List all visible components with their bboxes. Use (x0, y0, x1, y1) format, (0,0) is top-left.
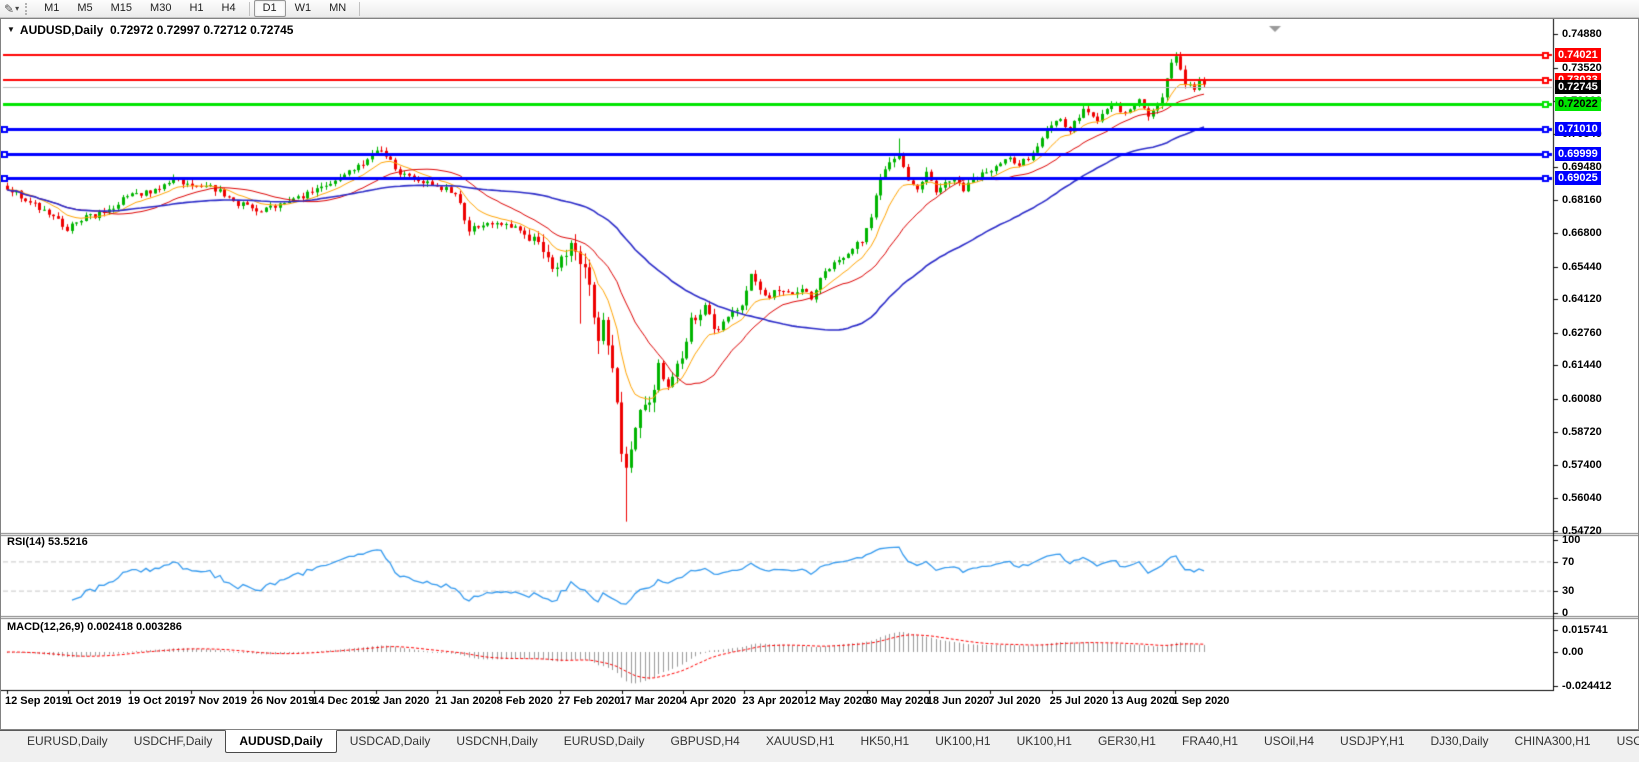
chart-ohlc-values: 0.72972 0.72997 0.72712 0.72745 (109, 23, 294, 37)
window-menu-icon[interactable]: ▼ (7, 25, 15, 34)
chart-tab-usoil-h1[interactable]: USOil,H1 (1604, 731, 1639, 752)
price-axis-tick: 0.62760 (1562, 327, 1602, 339)
chart-tab-uk100-h1[interactable]: UK100,H1 (1004, 731, 1085, 752)
price-axis-tick: 0.56040 (1562, 492, 1602, 504)
price-axis-tick: 0.61440 (1562, 359, 1602, 371)
price-axis-tick: 0.74880 (1562, 28, 1602, 40)
toolbar-separator (248, 1, 250, 16)
price-axis-tick: 0.58720 (1562, 426, 1602, 438)
timeframe-buttons: M1 M5 M15 M30 H1 H4 D1 W1 MN (35, 0, 364, 17)
chart-tab-uk100-h1[interactable]: UK100,H1 (922, 731, 1003, 752)
time-axis-label: 25 Jul 2020 (1049, 695, 1109, 707)
rsi-indicator-label: RSI(14) 53.5216 (7, 536, 88, 548)
time-axis-label: 23 Apr 2020 (742, 695, 804, 707)
timeframe-button-w1[interactable]: W1 (286, 0, 321, 17)
price-chart-canvas[interactable] (1, 19, 1638, 729)
chart-tab-gbpusd-h4[interactable]: GBPUSD,H4 (657, 731, 752, 752)
timeframe-button-m5[interactable]: M5 (68, 0, 101, 17)
chart-tab-eurusd-daily[interactable]: EURUSD,Daily (551, 731, 658, 752)
rsi-axis-tick: 100 (1562, 534, 1581, 546)
timeframe-button-m15[interactable]: M15 (102, 0, 141, 17)
time-axis-label: 21 Jan 2020 (435, 695, 497, 707)
timeframe-button-m30[interactable]: M30 (141, 0, 180, 17)
time-axis-label: 7 Nov 2019 (189, 695, 247, 707)
chart-tab-usdcnh-daily[interactable]: USDCNH,Daily (443, 731, 550, 752)
time-axis-label: 2 Jan 2020 (373, 695, 430, 707)
time-axis-label: 13 Aug 2020 (1111, 695, 1175, 707)
price-level-label[interactable]: 0.69025 (1555, 171, 1601, 185)
price-level-label[interactable]: 0.74021 (1555, 48, 1601, 62)
chart-title: ▼ AUDUSD,Daily 0.72972 0.72997 0.72712 0.… (7, 23, 293, 37)
timeframe-button-h4[interactable]: H4 (213, 0, 245, 17)
time-axis-label: 7 Jul 2020 (988, 695, 1041, 707)
price-axis-tick: 0.68160 (1562, 194, 1602, 206)
chart-tab-usoil-h4[interactable]: USOil,H4 (1251, 731, 1327, 752)
time-axis-label: 8 Feb 2020 (496, 695, 553, 707)
price-level-label[interactable]: 0.72022 (1555, 97, 1601, 111)
macd-axis-tick: -0.024412 (1562, 680, 1612, 692)
time-axis-label: 1 Oct 2019 (66, 695, 122, 707)
chart-tab-usdcad-daily[interactable]: USDCAD,Daily (337, 731, 444, 752)
chevron-down-icon[interactable]: ▾ (15, 4, 22, 13)
draw-tool-icon[interactable]: ✎ (3, 1, 15, 17)
timeframe-button-h1[interactable]: H1 (180, 0, 212, 17)
chart-tab-eurusd-daily[interactable]: EURUSD,Daily (14, 731, 121, 752)
chart-tab-usdjpy-h1[interactable]: USDJPY,H1 (1327, 731, 1417, 752)
time-axis-label: 27 Feb 2020 (558, 695, 621, 707)
time-axis-label: 4 Apr 2020 (680, 695, 737, 707)
time-axis-label: 1 Sep 2020 (1172, 695, 1230, 707)
macd-indicator-label: MACD(12,26,9) 0.002418 0.003286 (7, 621, 182, 633)
chart-tab-audusd-daily[interactable]: AUDUSD,Daily (225, 730, 337, 753)
time-axis-label: 14 Dec 2019 (312, 695, 376, 707)
chart-tab-hk50-h1[interactable]: HK50,H1 (848, 731, 923, 752)
toolbar-separator (359, 1, 361, 16)
price-axis-tick: 0.64120 (1562, 293, 1602, 305)
price-axis-tick: 0.66800 (1562, 227, 1602, 239)
timeframe-button-m1[interactable]: M1 (35, 0, 68, 17)
chart-symbol: AUDUSD,Daily (19, 23, 104, 37)
timeframe-button-mn[interactable]: MN (320, 0, 355, 17)
top-toolbar: ✎ ▾ M1 M5 M15 M30 H1 H4 D1 W1 MN (0, 0, 1639, 18)
macd-axis-tick: 0.00 (1562, 646, 1584, 658)
toolbar-grip[interactable] (25, 2, 29, 15)
time-axis-label: 30 May 2020 (865, 695, 930, 707)
rsi-axis-tick: 0 (1562, 607, 1569, 619)
rsi-axis-tick: 30 (1562, 585, 1575, 597)
chart-window: ▼ AUDUSD,Daily 0.72972 0.72997 0.72712 0.… (0, 18, 1639, 730)
current-price-label[interactable]: 0.72745 (1555, 80, 1601, 94)
chart-tab-fra40-h1[interactable]: FRA40,H1 (1169, 731, 1251, 752)
chart-tab-china300-h1[interactable]: CHINA300,H1 (1502, 731, 1604, 752)
time-axis-label: 18 Jun 2020 (926, 695, 990, 707)
price-axis-tick: 0.60080 (1562, 393, 1602, 405)
timeframe-button-d1[interactable]: D1 (253, 0, 286, 17)
time-axis-label: 12 May 2020 (803, 695, 869, 707)
chart-tab-xauusd-h1[interactable]: XAUUSD,H1 (753, 731, 848, 752)
chart-tab-bar: EURUSD,Daily USDCHF,Daily AUDUSD,Daily USDC… (0, 730, 1639, 762)
chart-tab-ger30-h1[interactable]: GER30,H1 (1085, 731, 1169, 752)
chart-tab-usdchf-daily[interactable]: USDCHF,Daily (121, 731, 226, 752)
price-axis-tick: 0.65440 (1562, 261, 1602, 273)
price-level-label[interactable]: 0.69999 (1555, 147, 1601, 161)
price-level-label[interactable]: 0.71010 (1555, 122, 1601, 136)
time-axis-label: 19 Oct 2019 (127, 695, 190, 707)
time-axis-label: 17 Mar 2020 (619, 695, 682, 707)
price-axis-tick: 0.57400 (1562, 459, 1602, 471)
macd-axis-tick: 0.015741 (1562, 624, 1608, 636)
time-axis-label: 26 Nov 2019 (250, 695, 315, 707)
time-axis-label: 12 Sep 2019 (5, 695, 68, 707)
rsi-axis-tick: 70 (1562, 556, 1575, 568)
chart-tab-dj30-daily[interactable]: DJ30,Daily (1418, 731, 1502, 752)
